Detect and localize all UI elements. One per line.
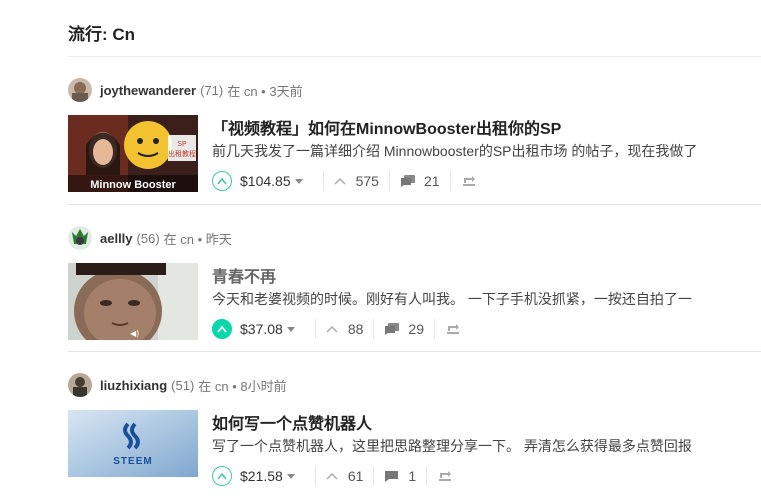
votes-value: 88 (347, 321, 364, 337)
thumb-badge-line1: SP (177, 141, 187, 148)
post-thumbnail[interactable]: ◀) (68, 263, 198, 340)
payout-value[interactable]: $37.08 (240, 321, 283, 337)
chevron-up-icon (326, 326, 338, 333)
reblog-icon[interactable] (437, 469, 453, 483)
post-thumbnail[interactable]: STEEM (68, 410, 198, 487)
upvote-button[interactable] (212, 319, 232, 339)
avatar[interactable] (68, 373, 92, 397)
chevron-up-icon (217, 472, 227, 480)
chevron-up-icon (217, 177, 227, 185)
comments-value: 29 (408, 321, 424, 337)
author-row: liuzhixiang (51) 在 cn • 8小时前 (68, 372, 287, 398)
post-card: liuzhixiang (51) 在 cn • 8小时前 STEEM 如何写一个… (68, 372, 761, 492)
author-row: aellly (56) 在 cn • 昨天 (68, 225, 232, 251)
divider (433, 319, 435, 339)
post-meta[interactable]: 在 cn • 昨天 (164, 229, 232, 248)
upvote-button[interactable] (212, 466, 232, 486)
divider (314, 466, 316, 486)
chevron-up-icon (334, 178, 346, 185)
author-reputation: (51) (171, 377, 195, 393)
chevron-up-icon (326, 473, 338, 480)
thumb-badge-line2: 出租教程 (168, 149, 196, 158)
post-actions: $21.58 61 1 (212, 464, 453, 488)
avatar[interactable] (68, 78, 92, 102)
post-actions: $37.08 88 29 (212, 317, 461, 341)
divider (373, 466, 375, 486)
comment-icon (385, 471, 399, 482)
divider (314, 319, 316, 339)
comment-icon (385, 323, 400, 335)
chevron-up-icon (217, 325, 227, 333)
payout-value[interactable]: $104.85 (240, 173, 291, 189)
payout-value[interactable]: $21.58 (240, 468, 283, 484)
comments-count[interactable]: 21 (400, 173, 440, 189)
votes-value: 575 (355, 173, 379, 189)
votes-value: 61 (347, 468, 364, 484)
post-actions: $104.85 575 21 (212, 169, 477, 193)
post-divider (68, 204, 761, 205)
post-card: aellly (56) 在 cn • 昨天 ◀) 青春不再 今天和老婆视频的时候… (68, 225, 761, 345)
divider (426, 466, 428, 486)
post-meta[interactable]: 在 cn • 8小时前 (198, 376, 286, 395)
post-excerpt[interactable]: 前几天我发了一篇详细介绍 Minnowbooster的SP出租市场 的帖子，现在… (212, 141, 761, 161)
comment-icon (400, 175, 415, 187)
post-title[interactable]: 「视频教程」如何在MinnowBooster出租你的SP (212, 115, 561, 139)
post-card: joythewanderer (71) 在 cn • 3天前 SP 出租教程 M… (68, 77, 761, 197)
author-name[interactable]: liuzhixiang (100, 378, 167, 393)
comments-value: 21 (423, 173, 440, 189)
author-name[interactable]: aellly (100, 231, 133, 246)
post-divider (68, 351, 761, 352)
divider (322, 171, 324, 191)
post-excerpt[interactable]: 今天和老婆视频的时候。刚好有人叫我。 一下子手机没抓紧，一按还自拍了一 (212, 289, 761, 309)
author-row: joythewanderer (71) 在 cn • 3天前 (68, 77, 303, 103)
author-name[interactable]: joythewanderer (100, 83, 196, 98)
post-thumbnail[interactable]: SP 出租教程 Minnow Booster (68, 115, 198, 192)
page-title: 流行: Cn (68, 25, 136, 44)
comments-count[interactable]: 1 (384, 468, 416, 484)
avatar[interactable] (68, 226, 92, 250)
author-reputation: (56) (136, 230, 160, 246)
caret-down-icon[interactable] (294, 178, 303, 184)
divider (388, 171, 390, 191)
title-divider (68, 56, 761, 57)
caret-down-icon[interactable] (286, 326, 295, 332)
caret-down-icon[interactable] (286, 473, 295, 479)
thumb-brand-text: STEEM (113, 456, 152, 467)
divider (449, 171, 451, 191)
upvote-button[interactable] (212, 171, 232, 191)
votes-count[interactable]: 61 (326, 468, 364, 484)
thumb-brand-text: Minnow Booster (90, 179, 176, 191)
post-title[interactable]: 如何写一个点赞机器人 (212, 410, 372, 434)
svg-text:◀): ◀) (130, 329, 139, 338)
votes-count[interactable]: 88 (326, 321, 364, 337)
post-meta[interactable]: 在 cn • 3天前 (227, 81, 302, 100)
comments-value: 1 (408, 468, 417, 484)
divider (373, 319, 375, 339)
votes-count[interactable]: 575 (334, 173, 379, 189)
post-title[interactable]: 青春不再 (212, 263, 276, 287)
reblog-icon[interactable] (445, 322, 461, 336)
author-reputation: (71) (200, 82, 224, 98)
reblog-icon[interactable] (461, 174, 477, 188)
comments-count[interactable]: 29 (384, 321, 424, 337)
post-excerpt[interactable]: 写了一个点赞机器人，这里把思路整理分享一下。 弄清怎么获得最多点赞回报 (212, 436, 761, 456)
